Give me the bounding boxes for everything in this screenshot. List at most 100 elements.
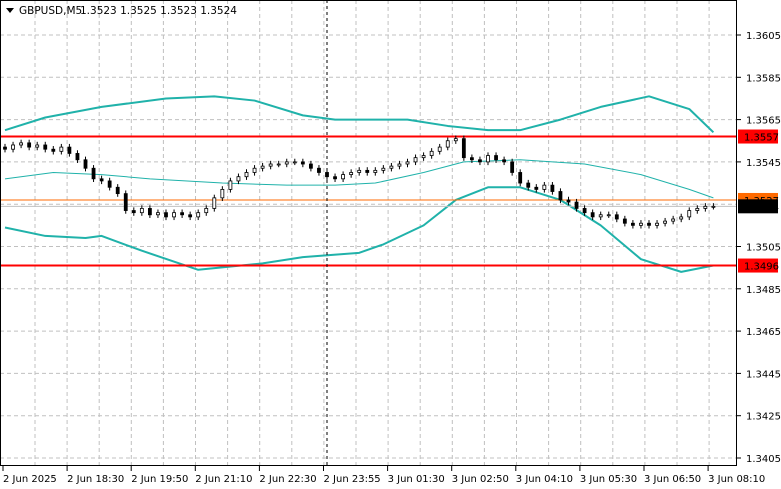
- time-tick-label: 3 Jun 08:10: [708, 474, 765, 485]
- bull-candle: [671, 218, 676, 222]
- resistance-price-label: 1.3557: [744, 133, 779, 144]
- bull-candle: [59, 146, 64, 152]
- bear-candle: [115, 186, 120, 195]
- bull-candle: [252, 167, 257, 173]
- time-tick-label: 3 Jun 01:30: [388, 474, 445, 485]
- bear-candle: [317, 167, 321, 173]
- bear-candle: [3, 146, 7, 150]
- bull-candle: [172, 212, 176, 218]
- bull-candle: [19, 142, 24, 146]
- bull-candle: [606, 214, 611, 217]
- bull-candle: [542, 184, 547, 190]
- bull-candle: [220, 188, 225, 199]
- bear-candle: [494, 155, 498, 161]
- bull-candle: [421, 155, 426, 159]
- bear-candle: [188, 214, 193, 218]
- bull-candle: [663, 220, 667, 224]
- time-tick-label: 2 Jun 2025: [3, 474, 57, 485]
- bear-candle: [300, 161, 305, 165]
- bull-candle: [437, 146, 442, 152]
- ohlc-values: 1.3523 1.3525 1.3523 1.3524: [80, 5, 237, 17]
- time-tick-label: 3 Jun 06:50: [644, 474, 701, 485]
- price-tick-label: 1.3605: [746, 31, 781, 42]
- bull-candle: [429, 150, 434, 156]
- bull-candle: [11, 144, 15, 150]
- price-tick-label: 1.3445: [746, 369, 781, 380]
- bull-candle: [405, 161, 410, 165]
- price-tick-label: 1.3585: [746, 73, 781, 84]
- bull-candle: [445, 140, 450, 148]
- bear-candle: [469, 157, 474, 161]
- bull-candle: [292, 161, 297, 164]
- bull-candle: [413, 157, 418, 163]
- bull-candle: [276, 163, 281, 166]
- bull-candle: [35, 144, 40, 148]
- time-tick-label: 3 Jun 04:10: [516, 474, 573, 485]
- bear-candle: [147, 208, 152, 216]
- bear-candle: [91, 167, 96, 180]
- bull-candle: [687, 210, 692, 218]
- bull-candle: [341, 174, 346, 180]
- bull-candle: [389, 165, 394, 169]
- price-tick-label: 1.3545: [746, 158, 781, 169]
- bear-candle: [308, 163, 313, 169]
- bull-candle: [244, 172, 249, 178]
- current-price-label: 1.3524: [744, 202, 779, 213]
- bull-candle: [639, 222, 643, 226]
- bull-candle: [139, 208, 144, 214]
- bull-candle: [204, 208, 209, 214]
- bear-candle: [566, 199, 571, 203]
- chart-background: [0, 0, 781, 489]
- bull-candle: [268, 163, 273, 167]
- bear-candle: [631, 222, 635, 226]
- bear-candle: [510, 161, 515, 173]
- bear-candle: [83, 159, 88, 169]
- bear-candle: [614, 214, 619, 220]
- bull-candle: [695, 208, 700, 211]
- bull-candle: [357, 169, 362, 173]
- time-tick-label: 3 Jun 05:30: [580, 474, 637, 485]
- bear-candle: [582, 208, 587, 214]
- bear-candle: [333, 176, 337, 180]
- bear-candle: [107, 180, 112, 188]
- bear-candle: [622, 218, 627, 224]
- bear-candle: [550, 184, 555, 192]
- bull-candle: [156, 212, 160, 216]
- bull-candle: [397, 163, 402, 167]
- bull-candle: [655, 222, 659, 226]
- time-tick-label: 2 Jun 22:30: [259, 474, 316, 485]
- bear-candle: [75, 153, 80, 161]
- bear-candle: [461, 138, 466, 159]
- bull-candle: [349, 172, 354, 175]
- time-tick-label: 2 Jun 18:30: [67, 474, 124, 485]
- bear-candle: [647, 222, 651, 226]
- time-tick-label: 2 Jun 21:10: [195, 474, 252, 485]
- bull-candle: [212, 197, 217, 209]
- price-chart[interactable]: 1.3605 1.3585 1.3565 1.3545 1.3505 1.3485 1.34…: [0, 0, 781, 489]
- bear-candle: [164, 212, 168, 218]
- bear-candle: [526, 182, 531, 188]
- bear-candle: [518, 172, 523, 184]
- bear-candle: [51, 148, 56, 152]
- price-tick-label: 1.3465: [746, 327, 781, 338]
- bull-candle: [703, 205, 708, 209]
- bear-candle: [43, 144, 48, 150]
- price-tick-label: 1.3565: [746, 116, 781, 127]
- bear-candle: [123, 193, 128, 211]
- bull-candle: [711, 205, 716, 208]
- time-tick-label: 2 Jun 23:55: [324, 474, 381, 485]
- time-tick-label: 2 Jun 19:50: [131, 474, 188, 485]
- bull-candle: [598, 214, 603, 218]
- bull-candle: [381, 167, 386, 171]
- symbol-label: GBPUSD,M5: [19, 5, 82, 17]
- price-tick-label: 1.3425: [746, 412, 781, 423]
- bear-candle: [502, 159, 507, 163]
- bear-candle: [27, 142, 32, 148]
- bull-candle: [196, 212, 201, 218]
- bull-candle: [373, 169, 378, 173]
- bear-candle: [180, 212, 185, 216]
- bull-candle: [236, 176, 241, 182]
- bear-candle: [478, 159, 482, 163]
- bear-candle: [574, 201, 579, 209]
- bear-candle: [534, 186, 539, 190]
